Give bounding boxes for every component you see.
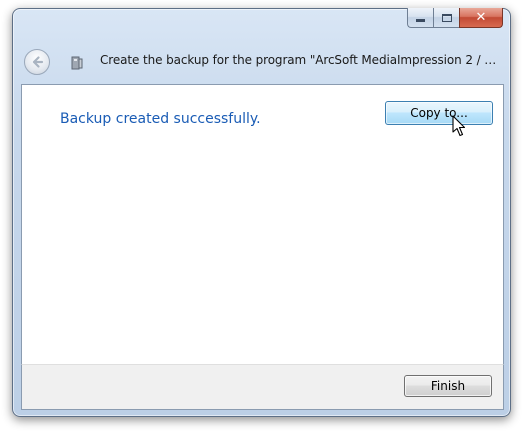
caption-buttons: ✕ bbox=[407, 8, 503, 28]
back-arrow-icon bbox=[32, 56, 44, 68]
finish-button[interactable]: Finish bbox=[404, 375, 492, 397]
window-title: Create the backup for the program "ArcSo… bbox=[100, 53, 502, 67]
wizard-window: ✕ Create the backup for the program "Arc… bbox=[12, 8, 511, 417]
wizard-header: Create the backup for the program "ArcSo… bbox=[13, 45, 510, 81]
close-button[interactable]: ✕ bbox=[459, 8, 503, 28]
back-button[interactable] bbox=[24, 49, 50, 75]
minimize-button[interactable] bbox=[407, 8, 433, 28]
footer-bar: Finish bbox=[21, 364, 504, 410]
copy-to-button[interactable]: Copy to... bbox=[385, 101, 493, 125]
content-area: Backup created successfully. Copy to... bbox=[21, 84, 504, 364]
mouse-cursor-icon bbox=[452, 115, 466, 137]
close-icon: ✕ bbox=[475, 10, 487, 25]
maximize-button[interactable] bbox=[433, 8, 459, 28]
status-message: Backup created successfully. bbox=[60, 111, 261, 127]
minimize-icon bbox=[416, 19, 425, 22]
maximize-icon bbox=[441, 13, 452, 22]
program-icon bbox=[71, 55, 83, 70]
